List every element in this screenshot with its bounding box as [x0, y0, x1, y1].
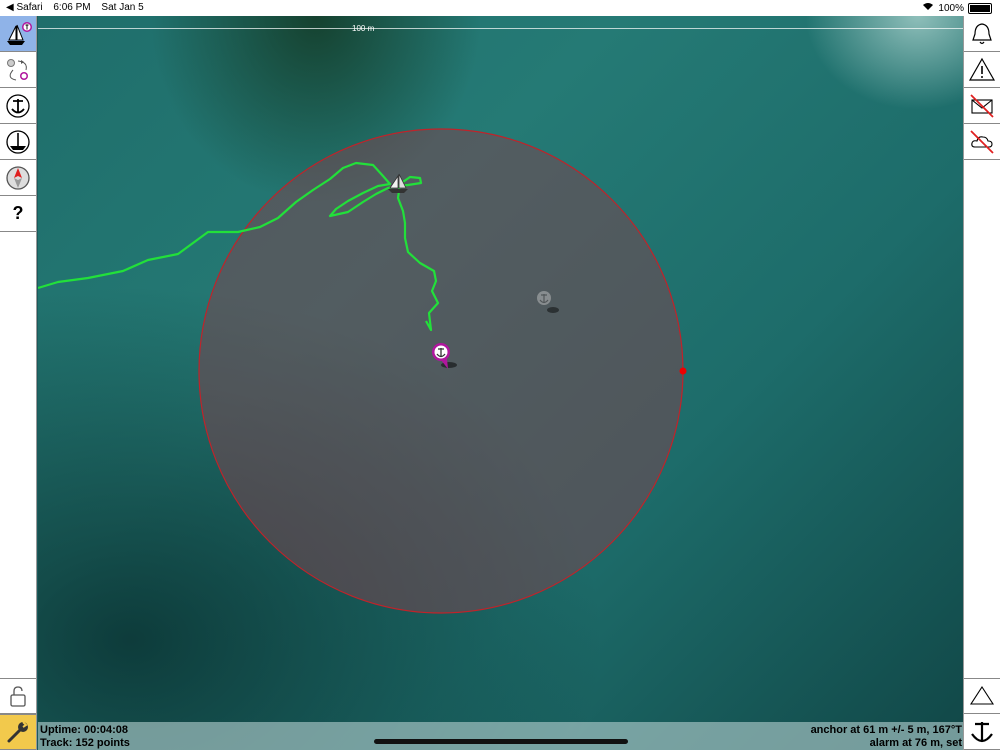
home-indicator[interactable] — [374, 739, 628, 744]
alarm-info-text: alarm at 76 m, set — [869, 737, 962, 749]
warning-button[interactable] — [964, 52, 1000, 88]
compass-button[interactable] — [0, 160, 36, 196]
anchor-info-text: anchor at 61 m +/- 5 m, 167°T — [810, 724, 962, 736]
sailboat-anchor-icon — [7, 21, 32, 45]
status-date: Sat Jan 5 — [101, 2, 144, 13]
email-off-button[interactable] — [964, 88, 1000, 124]
drop-anchor-button[interactable] — [964, 714, 1000, 750]
left-bottom-controls — [0, 678, 36, 750]
unlock-button[interactable] — [0, 678, 36, 714]
route-cycle-icon — [7, 58, 28, 80]
triangle-up-icon — [969, 685, 995, 705]
right-toolbar — [963, 16, 1000, 750]
anchor-icon — [971, 721, 993, 742]
left-toolbar: ? — [0, 16, 37, 750]
cloud-off-button[interactable] — [964, 124, 1000, 160]
raise-anchor-button[interactable] — [964, 678, 1000, 714]
help-label: ? — [12, 203, 24, 223]
compass-icon — [6, 165, 30, 190]
alarm-radius-circle — [198, 128, 684, 614]
wrench-icon — [7, 721, 28, 743]
anchor-mode-button[interactable] — [0, 88, 36, 124]
status-info-bar: Uptime: 00:04:08 Track: 152 points ancho… — [38, 722, 964, 750]
back-to-app-link[interactable]: ◀ Safari — [6, 2, 43, 13]
boat-mode-button[interactable] — [0, 16, 36, 52]
bell-icon — [972, 22, 992, 44]
route-mode-button[interactable] — [0, 52, 36, 88]
bell-button[interactable] — [964, 16, 1000, 52]
track-points-text: Track: 152 points — [40, 737, 130, 749]
status-bar: ◀ Safari 6:06 PM Sat Jan 5 100% — [0, 0, 1000, 16]
depth-anchor-button[interactable] — [0, 124, 36, 160]
anchor-circle-icon — [6, 93, 30, 118]
unlock-icon — [10, 686, 26, 707]
warning-icon — [968, 57, 996, 81]
help-button[interactable]: ? — [0, 196, 36, 232]
settings-button[interactable] — [0, 714, 36, 750]
battery-percent: 100% — [938, 2, 964, 14]
status-time: 6:06 PM — [53, 2, 91, 13]
battery-icon — [968, 2, 992, 14]
alarm-radius-handle[interactable] — [679, 367, 687, 375]
right-bottom-controls — [964, 678, 1000, 750]
uptime-text: Uptime: 00:04:08 — [40, 724, 129, 736]
wifi-icon — [922, 2, 934, 14]
cloud-off-icon — [970, 129, 994, 154]
depth-icon — [6, 129, 30, 154]
satellite-map[interactable]: 100 m — [38, 16, 964, 750]
email-off-icon — [970, 93, 994, 118]
